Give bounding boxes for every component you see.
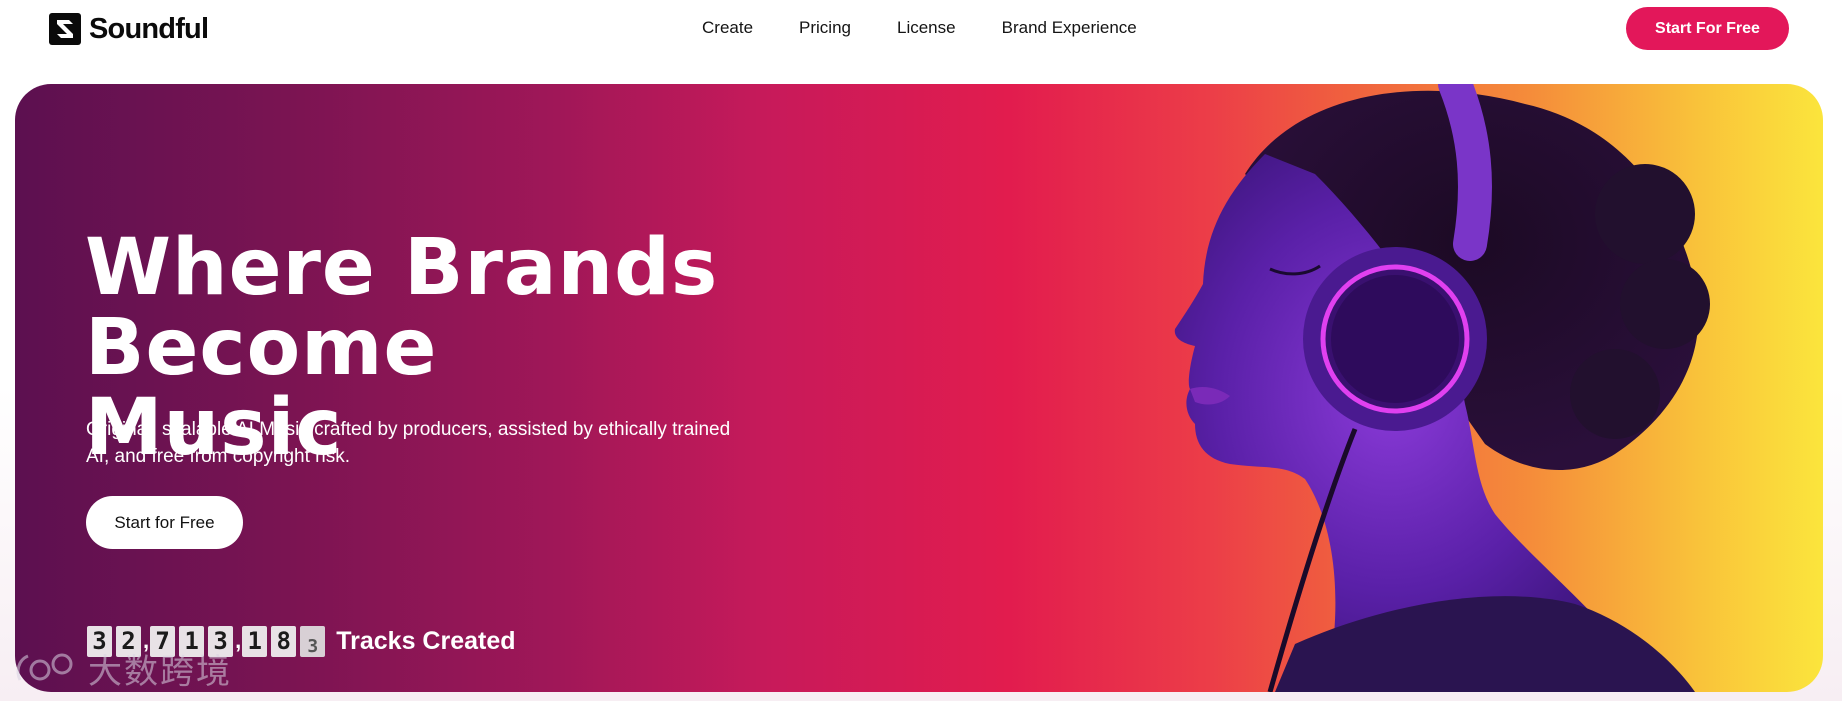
- brand-name: Soundful: [89, 12, 209, 45]
- brand-logo[interactable]: Soundful: [49, 12, 209, 45]
- hero-subtitle: Original, scalable AI Music crafted by p…: [86, 416, 746, 470]
- start-for-free-nav-button[interactable]: Start For Free: [1626, 7, 1789, 50]
- counter-digit: 8: [271, 625, 297, 657]
- woman-with-headphones-image: [1174, 84, 1710, 692]
- watermark: 大数跨境: [14, 648, 232, 692]
- counter-digit-rolling: 3: [300, 625, 326, 657]
- nav-link-create[interactable]: Create: [702, 18, 753, 38]
- start-for-free-hero-button[interactable]: Start for Free: [86, 496, 243, 549]
- nav-links: Create Pricing License Brand Experience: [702, 18, 1183, 38]
- hero-subtitle-line-1: Original, scalable AI Music crafted by p…: [86, 419, 731, 440]
- hero-banner: Where Brands Become Music Original, scal…: [15, 84, 1823, 692]
- counter-digit: 1: [242, 625, 268, 657]
- hero-title-line-1: Where Brands Become: [85, 223, 719, 393]
- watermark-logo-icon: [16, 653, 73, 681]
- watermark-text: 大数跨境: [88, 651, 232, 692]
- nav-link-brand-experience[interactable]: Brand Experience: [1002, 18, 1137, 38]
- nav-link-license[interactable]: License: [897, 18, 956, 38]
- page: Soundful Create Pricing License Brand Ex…: [0, 0, 1842, 701]
- counter-separator: ,: [235, 628, 242, 653]
- nav-link-pricing[interactable]: Pricing: [799, 18, 851, 38]
- soundful-logo-icon: [49, 13, 81, 45]
- top-navigation: Soundful Create Pricing License Brand Ex…: [0, 0, 1842, 84]
- tracks-created-label: Tracks Created: [336, 626, 516, 655]
- hero-subtitle-line-2: AI, and free from copyright risk.: [86, 446, 350, 467]
